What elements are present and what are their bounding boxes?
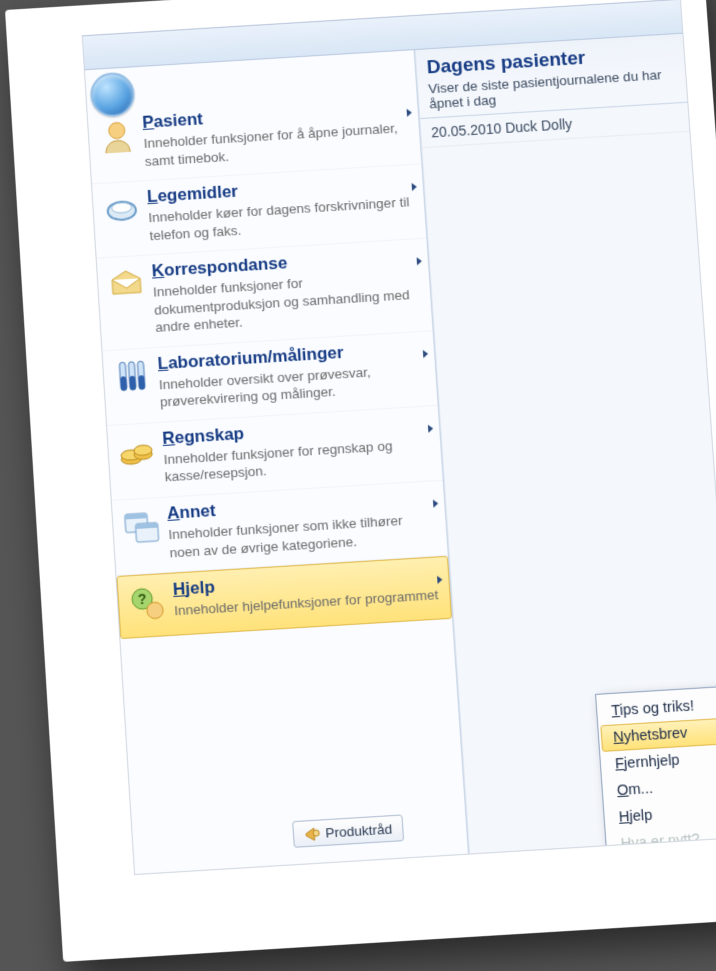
hjelp-submenu: Tips og triks! Nyhetsbrev Fjernhjelp Om.… <box>595 684 716 864</box>
lab-icon <box>109 354 156 401</box>
chevron-right-icon <box>407 109 413 117</box>
chevron-right-icon <box>423 350 429 358</box>
help-icon: ? <box>124 580 171 627</box>
chevron-right-icon <box>433 499 439 507</box>
svg-text:?: ? <box>137 591 147 608</box>
pill-icon <box>98 187 145 234</box>
windows-icon <box>118 504 165 551</box>
main-menu: Pasient Inneholder funksjoner for å åpne… <box>85 50 469 874</box>
chevron-right-icon <box>437 576 443 584</box>
mail-icon <box>103 262 150 309</box>
coins-icon <box>114 429 161 476</box>
chevron-right-icon <box>428 424 434 432</box>
chevron-right-icon <box>417 257 423 265</box>
app-window: Pasient Inneholder funksjoner for å åpne… <box>82 0 716 875</box>
megaphone-icon <box>304 825 321 842</box>
chevron-right-icon <box>412 183 418 191</box>
patient-icon <box>94 113 141 160</box>
product-tips-button[interactable]: Produktråd <box>292 814 404 847</box>
tilted-page: Pasient Inneholder funksjoner for å åpne… <box>5 0 716 962</box>
